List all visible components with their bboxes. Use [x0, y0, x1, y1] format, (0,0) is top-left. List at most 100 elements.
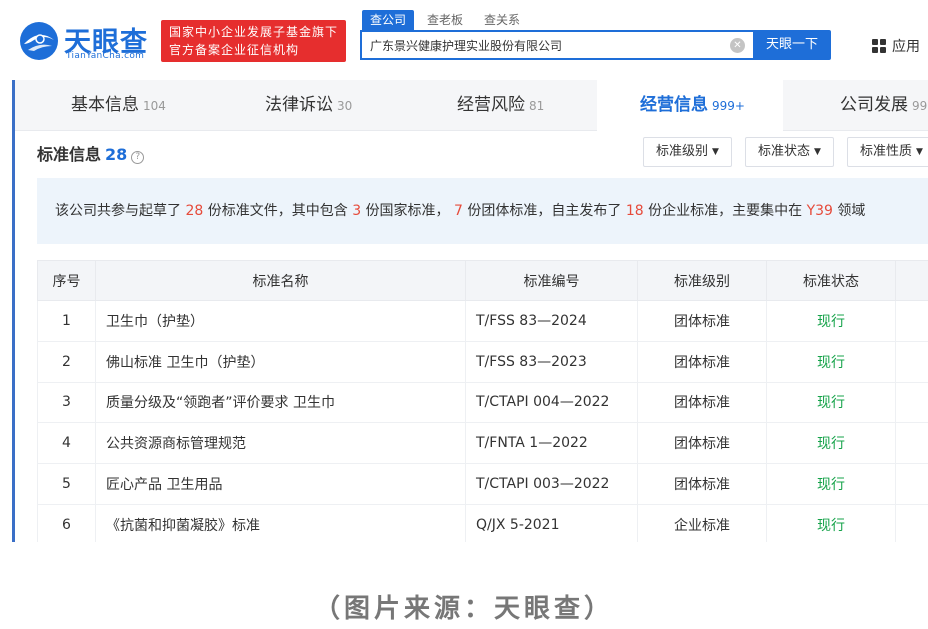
summary-text: 份标准文件，其中包含 [207, 203, 348, 219]
row-standard-level: 企业标准 [637, 503, 767, 542]
summary-text: 份国家标准， [365, 203, 450, 219]
row-no: 4 [37, 422, 96, 465]
tab-count: 99 [912, 99, 928, 113]
table-row: 4 公共资源商标管理规范 T/FNTA 1—2022 团体标准 现行 [37, 422, 928, 465]
eye-logo-icon [20, 22, 58, 60]
org-badge-line1: 国家中小企业发展子基金旗下 [169, 25, 339, 39]
tab-count: 30 [337, 99, 353, 113]
search-input[interactable] [362, 32, 753, 58]
apps-menu[interactable]: 应用 [872, 36, 920, 56]
table-row: 6 《抗菌和抑菌凝胶》标准 Q/JX 5-2021 企业标准 现行 [37, 503, 928, 542]
summary-text: 领域 [837, 203, 866, 219]
filter-standard-level[interactable]: 标准级别 ▼ [643, 137, 732, 167]
row-standard-name[interactable]: 匠心产品 卫生用品 [95, 463, 466, 505]
row-no: 5 [37, 463, 96, 505]
summary-total-count: 28 [185, 203, 204, 219]
row-standard-level: 团体标准 [637, 463, 767, 505]
row-extra [895, 503, 928, 542]
row-no: 6 [37, 503, 96, 542]
caret-down-icon: ▼ [712, 147, 719, 157]
row-standard-code: T/FSS 83—2024 [465, 300, 638, 342]
row-standard-code: T/FSS 83—2023 [465, 340, 638, 383]
tab-count: 104 [143, 99, 166, 113]
row-standard-name[interactable]: 质量分级及“领跑者”评价要求 卫生巾 [95, 381, 466, 424]
row-standard-name[interactable]: 公共资源商标管理规范 [95, 422, 466, 465]
tab-search-company[interactable]: 查公司 [362, 10, 415, 30]
apps-label: 应用 [892, 39, 920, 55]
table-row: 3 质量分级及“领跑者”评价要求 卫生巾 T/CTAPI 004—2022 团体… [37, 381, 928, 424]
row-standard-name[interactable]: 佛山标准 卫生巾（护垫） [95, 340, 466, 383]
top-header: 天眼查 TianYanCha.com 国家中小企业发展子基金旗下 官方备案企业征… [0, 0, 928, 76]
tab-search-boss[interactable]: 查老板 [419, 10, 471, 30]
table-header-row: 序号 标准名称 标准编号 标准级别 标准状态 [37, 260, 928, 301]
row-standard-status: 现行 [766, 422, 896, 465]
tab-business-risk[interactable]: 经营风险 81 [433, 80, 603, 131]
company-detail-card: 基本信息 104 法律诉讼 30 经营风险 81 经营信息 999+ 公司发展 99 标准… [12, 80, 928, 542]
table-row: 5 匠心产品 卫生用品 T/CTAPI 003—2022 团体标准 现行 [37, 463, 928, 505]
row-extra [895, 422, 928, 465]
tab-basic-info[interactable]: 基本信息 104 [33, 80, 243, 131]
tab-company-development[interactable]: 公司发展 99 [783, 80, 928, 131]
image-source-caption: （图片来源：天眼查） [313, 594, 614, 624]
row-standard-status: 现行 [766, 503, 896, 542]
row-standard-code: Q/JX 5-2021 [465, 503, 638, 542]
row-extra [895, 381, 928, 424]
row-standard-name[interactable]: 卫生巾（护垫） [95, 300, 466, 342]
tab-count: 81 [529, 99, 545, 113]
main-tabs: 基本信息 104 法律诉讼 30 经营风险 81 经营信息 999+ 公司发展 99 [15, 80, 928, 131]
row-standard-status: 现行 [766, 340, 896, 383]
col-header-code: 标准编号 [465, 260, 638, 301]
search-box: ✕ [360, 30, 753, 60]
summary-text: 该公司共参与起草了 [55, 203, 181, 219]
filter-label: 标准级别 [656, 144, 709, 159]
row-standard-code: T/CTAPI 004—2022 [465, 381, 638, 424]
filter-standard-status[interactable]: 标准状态 ▼ [745, 137, 834, 167]
row-standard-code: T/CTAPI 003—2022 [465, 463, 638, 505]
col-header-status: 标准状态 [766, 260, 896, 301]
tab-legal[interactable]: 法律诉讼 30 [243, 80, 433, 131]
help-icon[interactable]: ? [131, 151, 145, 164]
clear-icon[interactable]: ✕ [730, 38, 745, 53]
filter-label: 标准性质 [860, 144, 913, 159]
row-extra [895, 340, 928, 383]
row-standard-level: 团体标准 [637, 300, 767, 342]
row-standard-status: 现行 [766, 300, 896, 342]
standards-table: 序号 标准名称 标准编号 标准级别 标准状态 1 卫生巾（护垫） T/FSS 8… [37, 260, 928, 542]
search-button[interactable]: 天眼一下 [753, 30, 831, 60]
row-standard-level: 团体标准 [637, 340, 767, 383]
row-no: 1 [37, 300, 96, 342]
section-title-text: 标准信息 [37, 145, 102, 164]
tab-count: 999+ [712, 99, 745, 113]
row-standard-code: T/FNTA 1—2022 [465, 422, 638, 465]
col-header-no: 序号 [37, 260, 96, 301]
section-count: 28 [105, 145, 128, 164]
summary-text: 份企业标准，主要集中在 [648, 203, 803, 219]
tab-business-info[interactable]: 经营信息 999+ [597, 80, 783, 131]
summary-enterprise-count: 18 [625, 203, 644, 219]
section-title: 标准信息 28? [37, 141, 145, 165]
col-header-name: 标准名称 [95, 260, 466, 301]
row-extra [895, 463, 928, 505]
row-standard-level: 团体标准 [637, 422, 767, 465]
grid-icon [872, 39, 886, 53]
col-header-level: 标准级别 [637, 260, 767, 301]
section-header: 标准信息 28? 标准级别 ▼ 标准状态 ▼ 标准性质 ▼ [15, 131, 928, 175]
filter-standard-nature[interactable]: 标准性质 ▼ [847, 137, 928, 167]
logo-domain: TianYanCha.com [66, 51, 145, 61]
summary-text: 份团体标准，自主发布了 [467, 203, 622, 219]
filter-label: 标准状态 [758, 144, 811, 159]
caret-down-icon: ▼ [916, 147, 923, 157]
summary-field-code: Y39 [806, 203, 833, 219]
table-row: 2 佛山标准 卫生巾（护垫） T/FSS 83—2023 团体标准 现行 [37, 340, 928, 383]
standards-summary: 该公司共参与起草了 28 份标准文件，其中包含 3 份国家标准， 7 份团体标准… [37, 178, 928, 244]
summary-group-count: 7 [454, 203, 463, 219]
row-standard-name[interactable]: 《抗菌和抑菌凝胶》标准 [95, 503, 466, 542]
tianyancha-logo[interactable]: 天眼查 TianYanCha.com [18, 18, 158, 64]
tab-label: 公司发展 [840, 95, 908, 115]
row-no: 3 [37, 381, 96, 424]
tab-search-relation[interactable]: 查关系 [476, 10, 528, 30]
row-standard-level: 团体标准 [637, 381, 767, 424]
summary-national-count: 3 [352, 203, 362, 219]
col-header-extra [895, 260, 928, 301]
tab-label: 经营风险 [457, 95, 525, 115]
